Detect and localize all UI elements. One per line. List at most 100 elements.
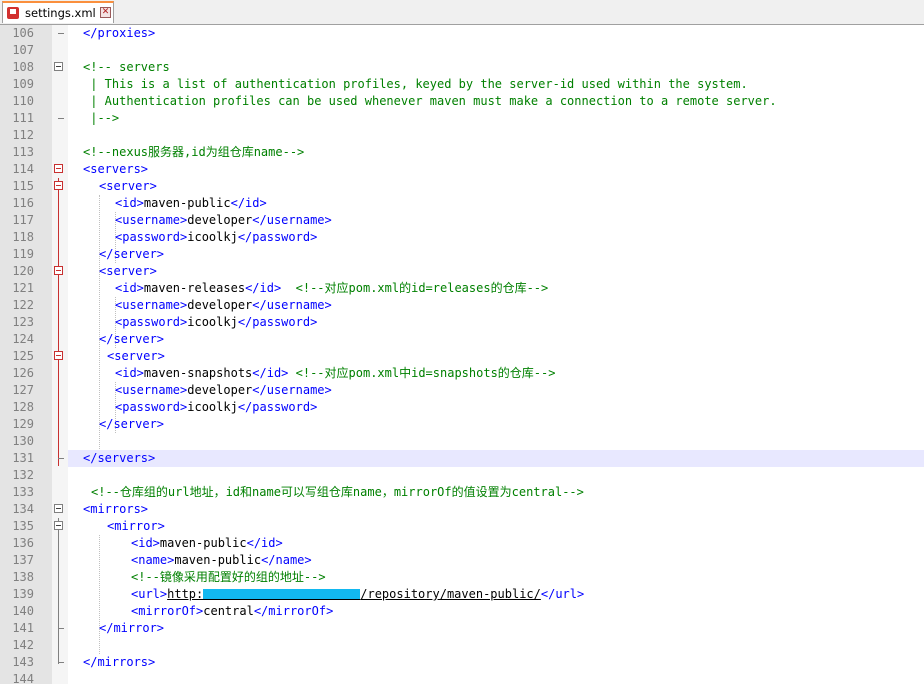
fold-toggle-icon[interactable] [54, 351, 63, 360]
xml-tag: <username> [115, 213, 188, 227]
xml-tag: <name> [131, 553, 175, 567]
code-line: 129 </server> [0, 416, 924, 433]
code-line: 123 <password>icoolkj</password> [0, 314, 924, 331]
code-line: 125 <server> [0, 348, 924, 365]
xml-tag: </username> [252, 383, 332, 397]
fold-end-marker [58, 458, 64, 459]
code-line: 117 <username>developer</username> [0, 212, 924, 229]
save-file-icon [7, 7, 19, 19]
xml-tag: <server> [99, 264, 157, 278]
fold-toggle-icon[interactable] [54, 164, 63, 173]
line-number: 139 [12, 587, 34, 601]
xml-value: icoolkj [187, 400, 238, 414]
xml-tag: </server> [99, 417, 165, 431]
comment-text: <!--对应pom.xml的id=releases的仓库--> [281, 281, 549, 295]
xml-tag: <server> [99, 179, 157, 193]
code-line: 118 <password>icoolkj</password> [0, 229, 924, 246]
url-link[interactable]: /repository/maven-public/ [360, 587, 541, 601]
code-line: 127 <username>developer</username> [0, 382, 924, 399]
code-line: 116 <id>maven-public</id> [0, 195, 924, 212]
xml-tag: </username> [252, 298, 332, 312]
xml-tag: <servers> [83, 162, 149, 176]
comment-text: <!--仓库组的url地址，id和name可以写组仓库name，mirrorOf… [91, 485, 584, 499]
comment-text: |--> [83, 111, 120, 125]
code-line: 133 <!--仓库组的url地址，id和name可以写组仓库name，mirr… [0, 484, 924, 501]
code-line: 132 [0, 467, 924, 484]
fold-toggle-icon[interactable] [54, 62, 63, 71]
xml-tag: <id> [115, 366, 144, 380]
xml-tag: <url> [131, 587, 168, 601]
line-number: 144 [12, 672, 34, 684]
xml-tag: <username> [115, 383, 188, 397]
xml-tag: <mirror> [107, 519, 165, 533]
code-text: <password>icoolkj</password> [115, 229, 317, 246]
code-line: 130 [0, 433, 924, 450]
xml-tag: </mirrors> [83, 655, 156, 669]
comment-text: <!--nexus服务器,id为组仓库name--> [83, 145, 305, 159]
xml-value: icoolkj [187, 230, 238, 244]
xml-tag: </server> [99, 332, 165, 346]
line-number: 136 [12, 536, 34, 550]
code-text: </proxies> [83, 26, 156, 40]
code-line: 108 <!-- servers [0, 59, 924, 76]
line-number: 141 [12, 621, 34, 635]
xml-tag: </id> [245, 281, 282, 295]
xml-tag: </password> [237, 230, 318, 244]
code-line: 143 </mirrors> [0, 654, 924, 671]
line-number: 121 [12, 281, 34, 295]
code-line: 124 </server> [0, 331, 924, 348]
code-line: 109 | This is a list of authentication p… [0, 76, 924, 93]
tab-settings-xml[interactable]: settings.xml ✕ [2, 1, 114, 23]
code-text: <mirrorOf>central</mirrorOf> [131, 603, 333, 620]
code-line: 121 <id>maven-releases</id> <!--对应pom.xm… [0, 280, 924, 297]
line-number: 130 [12, 434, 34, 448]
url-link[interactable]: http: [167, 587, 203, 601]
line-number: 123 [12, 315, 34, 329]
xml-value: developer [187, 383, 253, 397]
line-number: 107 [12, 43, 34, 57]
xml-tag: </mirror> [99, 621, 165, 635]
code-text: <password>icoolkj</password> [115, 399, 317, 416]
xml-tag: </password> [237, 400, 318, 414]
xml-tag: <server> [107, 349, 165, 363]
comment-text: <!--镜像采用配置好的组的地址--> [131, 570, 326, 584]
code-line: 135 <mirror> [0, 518, 924, 535]
line-number: 137 [12, 553, 34, 567]
code-line: 131 </servers> [0, 450, 924, 467]
tab-bar: settings.xml ✕ [0, 0, 924, 25]
line-number: 143 [12, 655, 34, 669]
xml-value: developer [187, 298, 253, 312]
comment-text: <!--对应pom.xml中id=snapshots的仓库--> [288, 366, 556, 380]
line-number: 115 [12, 179, 34, 193]
xml-value: maven-snapshots [143, 366, 253, 380]
code-line: 126 <id>maven-snapshots</id> <!--对应pom.x… [0, 365, 924, 382]
xml-value: icoolkj [187, 315, 238, 329]
line-number: 131 [12, 451, 34, 465]
line-number: 113 [12, 145, 34, 159]
xml-tag: <password> [115, 230, 188, 244]
line-number: 114 [12, 162, 34, 176]
line-number: 134 [12, 502, 34, 516]
fold-toggle-icon[interactable] [54, 521, 63, 530]
fold-toggle-icon[interactable] [54, 181, 63, 190]
comment-text: <!-- servers [83, 60, 170, 74]
fold-toggle-icon[interactable] [54, 504, 63, 513]
close-tab-icon[interactable]: ✕ [100, 7, 111, 18]
code-line: 110 | Authentication profiles can be use… [0, 93, 924, 110]
code-line: 138 <!--镜像采用配置好的组的地址--> [0, 569, 924, 586]
code-text: <url>http: /repository/maven-public/</url… [131, 586, 584, 603]
xml-tag: <id> [115, 196, 144, 210]
code-line: 137 <name>maven-public</name> [0, 552, 924, 569]
xml-tag: <mirrorOf> [131, 604, 204, 618]
xml-tag: <id> [131, 536, 160, 550]
code-text: <id>maven-releases</id> <!--对应pom.xml的id… [115, 280, 548, 297]
code-line: 144 [0, 671, 924, 684]
code-editor[interactable]: 106 </proxies> 107 108 <!-- servers 109 … [0, 25, 924, 684]
fold-toggle-icon[interactable] [54, 266, 63, 275]
code-line: 142 [0, 637, 924, 654]
code-line: 115 <server> [0, 178, 924, 195]
line-number: 122 [12, 298, 34, 312]
code-line: 120 <server> [0, 263, 924, 280]
line-number: 106 [12, 26, 34, 40]
code-text: <password>icoolkj</password> [115, 314, 317, 331]
